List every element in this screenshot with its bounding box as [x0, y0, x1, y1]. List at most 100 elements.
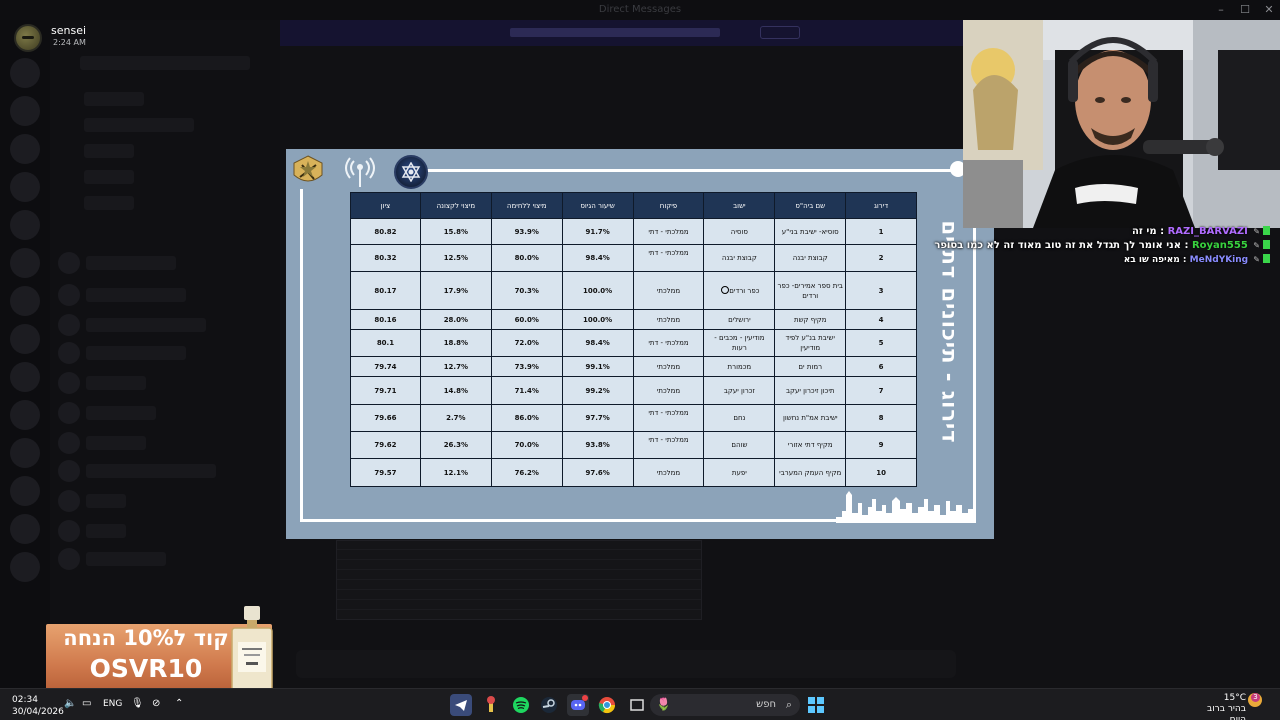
- chat-message: ✎ MeNdYKing : מאיפה שו בא: [968, 254, 1280, 268]
- cell-officer: 14.8%: [419, 376, 492, 405]
- cell-officer: 17.9%: [419, 271, 492, 310]
- cell-school: מקיף קשת: [774, 309, 847, 330]
- close-icon[interactable]: ✕: [1254, 3, 1280, 16]
- cell-combat: 86.0%: [490, 404, 563, 432]
- task-view-icon[interactable]: [626, 694, 648, 716]
- cell-enlist: 98.4%: [561, 329, 634, 357]
- server-icon[interactable]: [10, 438, 40, 468]
- cell-enlist: 98.4%: [561, 244, 634, 272]
- cell-score: 80.16: [350, 309, 421, 330]
- chrome-icon[interactable]: [596, 694, 618, 716]
- cell-supervision: ממלכתי: [632, 309, 705, 330]
- cell-officer: 12.5%: [419, 244, 492, 272]
- cell-town: נחם: [703, 404, 776, 432]
- table-row: 10 מקיף העמק המערבי יפעת ממלכתי 97.6% 76…: [350, 458, 917, 487]
- cell-rank: 10: [845, 458, 917, 487]
- windows-start-icon[interactable]: [808, 697, 824, 713]
- message-input[interactable]: [296, 650, 956, 678]
- chat-message: ✎ RAZI_BARVAZI : מי זה: [968, 226, 1280, 240]
- server-icon[interactable]: [10, 96, 40, 126]
- chat-username[interactable]: Royan555: [1192, 240, 1248, 251]
- dm-list-item[interactable]: [86, 524, 126, 538]
- cell-town: שוהם: [703, 431, 776, 459]
- server-icon[interactable]: [10, 476, 40, 506]
- avatar[interactable]: [58, 342, 80, 364]
- column-header: ציון: [350, 192, 421, 219]
- server-icon[interactable]: [10, 362, 40, 392]
- dm-nav-item[interactable]: [84, 196, 134, 210]
- dm-list-item[interactable]: [86, 288, 186, 302]
- dm-list-item[interactable]: [86, 406, 156, 420]
- server-icon[interactable]: [10, 552, 40, 582]
- spotify-icon[interactable]: [510, 694, 532, 716]
- avatar[interactable]: [58, 372, 80, 394]
- cell-town: ירושלים: [703, 309, 776, 330]
- dm-list-item[interactable]: [86, 318, 206, 332]
- taskbar-search[interactable]: ⌕ חפש 🌷: [650, 694, 800, 716]
- cell-combat: 76.2%: [490, 458, 563, 487]
- cell-rank: 4: [845, 309, 917, 330]
- ranking-table: דירוג שם ביה"ס ישוב פיקוח שיעור הגיוס מי…: [350, 192, 917, 487]
- cell-officer: 12.1%: [419, 458, 492, 487]
- dm-nav-item[interactable]: [84, 144, 134, 158]
- cell-combat: 72.0%: [490, 329, 563, 357]
- weather-widget[interactable]: 15°C בהיר ברוב היום: [1190, 693, 1246, 720]
- dm-list-item[interactable]: [86, 346, 186, 360]
- tool-icon[interactable]: [480, 694, 502, 716]
- server-icon[interactable]: [10, 134, 40, 164]
- server-icon[interactable]: [10, 400, 40, 430]
- dm-nav-item[interactable]: [84, 92, 144, 106]
- dm-list-item[interactable]: [86, 494, 126, 508]
- server-icon[interactable]: [10, 210, 40, 240]
- steam-icon[interactable]: [538, 694, 560, 716]
- dm-list-item[interactable]: [86, 376, 146, 390]
- server-icon[interactable]: [10, 58, 40, 88]
- avatar[interactable]: [58, 252, 80, 274]
- dm-list-item[interactable]: [86, 436, 146, 450]
- chat-username[interactable]: RAZI_BARVAZI: [1168, 226, 1248, 237]
- avatar[interactable]: [58, 548, 80, 570]
- avatar[interactable]: [58, 460, 80, 482]
- notice-button[interactable]: [760, 26, 800, 39]
- cell-supervision: ממלכתי - דתי: [632, 431, 705, 459]
- chat-username[interactable]: MeNdYKing: [1190, 255, 1248, 265]
- speaker-icon[interactable]: 🔈: [64, 698, 76, 709]
- avatar[interactable]: [58, 520, 80, 542]
- camera-off-icon[interactable]: ⊘: [152, 698, 160, 709]
- avatar[interactable]: [58, 284, 80, 306]
- server-icon[interactable]: [10, 324, 40, 354]
- server-icon[interactable]: [10, 514, 40, 544]
- avatar[interactable]: [58, 490, 80, 512]
- dm-list-item[interactable]: [86, 256, 176, 270]
- column-header: מיצוי לקצונה: [419, 192, 492, 219]
- avatar[interactable]: [58, 402, 80, 424]
- mic-muted-icon[interactable]: 🎙: [131, 698, 144, 709]
- avatar[interactable]: [58, 314, 80, 336]
- cell-town: סוסיה: [703, 218, 776, 245]
- dm-list-item[interactable]: [86, 464, 216, 478]
- language-indicator[interactable]: ENG: [103, 699, 122, 709]
- cell-enlist: 99.1%: [561, 356, 634, 377]
- dm-nav-item[interactable]: [84, 170, 134, 184]
- dm-list-item[interactable]: [86, 552, 166, 566]
- server-icon[interactable]: [10, 286, 40, 316]
- idf-emblem-icon: [290, 153, 326, 189]
- perfume-bottle-icon: [231, 606, 273, 697]
- server-icon[interactable]: [10, 248, 40, 278]
- search-icon: ⌕: [785, 698, 792, 711]
- magnifier-cursor-icon: [721, 285, 730, 294]
- mod-badge-icon: [1263, 240, 1270, 249]
- telegram-icon[interactable]: [450, 694, 472, 716]
- discord-icon[interactable]: [567, 694, 589, 716]
- server-icon[interactable]: [10, 172, 40, 202]
- chevron-up-icon[interactable]: ⌃: [175, 698, 183, 709]
- find-conversation-bar[interactable]: [80, 56, 250, 70]
- dm-nav-item[interactable]: [84, 118, 194, 132]
- cell-rank: 9: [845, 431, 917, 459]
- table-row: 9 מקיף דתי אזורי שוהם ממלכתי - דתי 93.8%…: [350, 431, 917, 459]
- clock[interactable]: 02:34 30/04/2026: [12, 694, 64, 718]
- table-row: 1 סוסיא- ישיבת בני"ע סוסיה ממלכתי - דתי …: [350, 218, 917, 245]
- cell-supervision: ממלכתי: [632, 271, 705, 310]
- network-icon[interactable]: ▭: [82, 698, 91, 709]
- avatar[interactable]: [58, 432, 80, 454]
